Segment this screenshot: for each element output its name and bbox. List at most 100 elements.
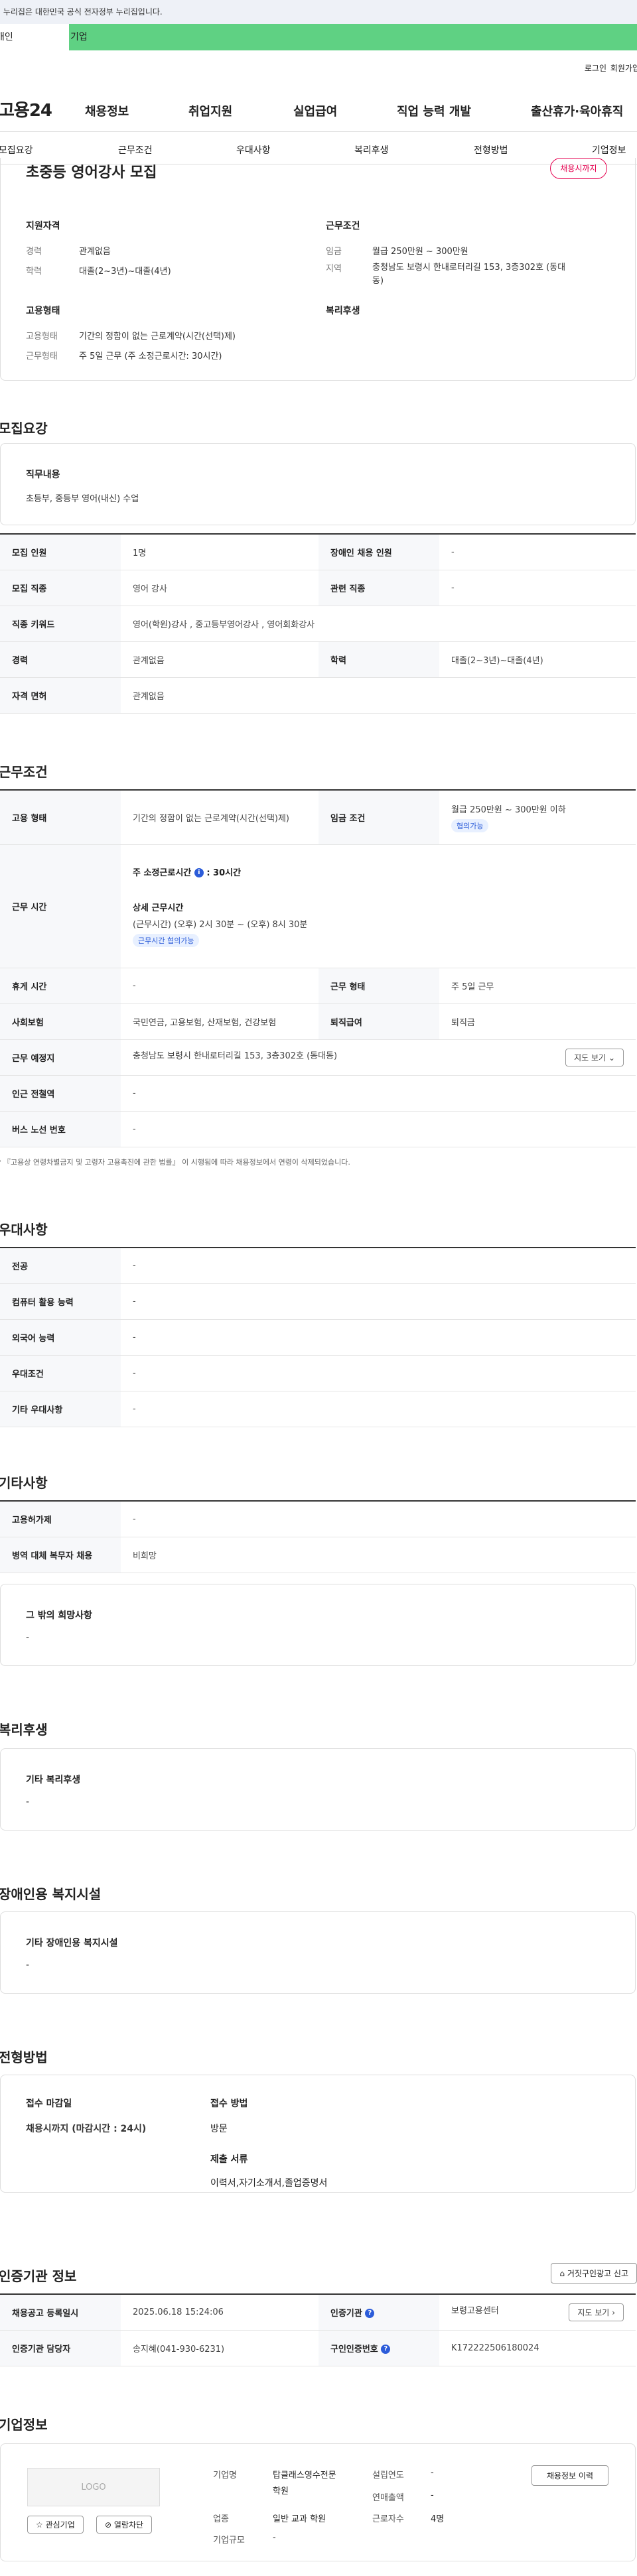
table-header-cell: 직종 키워드 (0, 606, 121, 642)
qualification-heading: 지원자격 (26, 221, 60, 231)
work-type-row: 근무형태 주 5일 근무 (주 소정근로시간: 30시간) (26, 352, 222, 361)
login-link[interactable]: 로그인 (585, 62, 606, 74)
favorite-company-button[interactable]: ☆ 관심기업 (27, 2516, 84, 2534)
wage-row: 임금 월급 250만원 ~ 300만원 (326, 247, 468, 257)
founded-label: 설립연도 (372, 2471, 404, 2480)
deadline-value: 채용시까지 (마감시간 : 24시) (26, 2124, 147, 2134)
deadline-badge: 채용시까지 (550, 158, 607, 179)
table-cell: 대졸(2~3년)~대졸(4년) (439, 641, 636, 678)
gnb-item-parental-leave[interactable]: 출산휴가·육아휴직 (531, 102, 623, 119)
anchor-welfare[interactable]: 복리후생 (354, 143, 389, 157)
table-row: 근무 예정지 충청남도 보령시 한내로터리길 153, 3층302호 (동대동)… (0, 1039, 636, 1076)
join-link[interactable]: 회원가입 (610, 62, 637, 74)
conditions-table: 고용 형태 기간의 정함이 없는 근로계약(시간(선택)제) 임금 조건 월급 … (0, 789, 636, 1147)
welfare-box: 기타 복리후생 - (0, 1748, 636, 1831)
table-header-cell: 우대조건 (0, 1355, 121, 1391)
table-row: 우대조건 - (0, 1355, 636, 1391)
documents-value: 이력서,자기소개서,졸업증명서 (210, 2178, 328, 2189)
table-cell: K172222506180024 (439, 2330, 636, 2366)
table-header-cell: 인증기관 ? (318, 2294, 439, 2331)
gnb-item-vocational-training[interactable]: 직업 능력 개발 (397, 102, 471, 119)
table-cell: 주 소정근로시간 i : 30시간 상세 근무시간 (근무시간) (오후) 2시… (121, 844, 636, 968)
company-size-value: - (273, 2533, 276, 2543)
table-row: 버스 노선 번호 - (0, 1111, 636, 1147)
job-description-heading: 직무내용 (26, 470, 60, 480)
table-row: 외국어 능력 - (0, 1319, 636, 1356)
cert-map-button[interactable]: 지도 보기 › (569, 2303, 624, 2321)
company-logo-placeholder: LOGO (27, 2468, 160, 2506)
table-header-cell: 인근 전철역 (0, 1075, 121, 1112)
table-header-cell: 컴퓨터 활용 능력 (0, 1283, 121, 1320)
table-cell: 기간의 정함이 없는 근로계약(시간(선택)제) (121, 790, 318, 845)
table-cell: - (121, 1391, 636, 1427)
table-cell: - (121, 1319, 636, 1356)
table-row: 휴게 시간 - 근무 형태 주 5일 근무 (0, 968, 636, 1004)
cert-table: 채용공고 등록일시 2025.06.18 15:24:06 인증기관 ? 보령고… (0, 2293, 636, 2366)
site-logo[interactable]: 고용24 (0, 97, 52, 121)
table-cell: 2025.06.18 15:24:06 (121, 2294, 318, 2331)
other-wishes-heading: 그 밖의 희망사항 (26, 1610, 92, 1621)
table-header-cell: 장애인 채용 인원 (318, 534, 439, 570)
table-cell: 퇴직금 (439, 1003, 636, 1040)
table-cell: 1명 (121, 534, 318, 570)
anchor-selection[interactable]: 전형방법 (474, 143, 508, 157)
anchor-preference[interactable]: 우대사항 (236, 143, 271, 157)
table-header-cell: 외국어 능력 (0, 1319, 121, 1356)
table-cell: 송지혜(041-930-6231) (121, 2330, 318, 2366)
recruit-table: 모집 인원 1명 장애인 채용 인원 - 모집 직종 영어 강사 관련 직종 -… (0, 533, 636, 714)
table-row: 모집 직종 영어 강사 관련 직종 - (0, 570, 636, 606)
employment-type-heading: 고용형태 (26, 306, 60, 316)
disabled-facility-heading: 기타 장애인용 복지시설 (26, 1938, 118, 1949)
founded-value: - (431, 2468, 434, 2478)
table-row: 채용공고 등록일시 2025.06.18 15:24:06 인증기관 ? 보령고… (0, 2294, 636, 2331)
table-header-cell: 병역 대체 복무자 채용 (0, 1537, 121, 1573)
recruit-history-button[interactable]: 채용정보 이력 (531, 2465, 608, 2486)
company-section-title: 기업정보 (0, 2417, 48, 2433)
other-wishes-value: - (26, 1632, 30, 1643)
table-cell: 주 5일 근무 (439, 968, 636, 1004)
gnb-item-jobs[interactable]: 채용정보 (85, 102, 129, 119)
industry-label: 업종 (213, 2514, 229, 2524)
tab-individual[interactable]: 개인 (0, 24, 69, 50)
block-view-button[interactable]: ⊘ 열람차단 (96, 2516, 153, 2534)
gnb-item-unemployment-benefit[interactable]: 실업급여 (293, 102, 337, 119)
table-row: 모집 인원 1명 장애인 채용 인원 - (0, 534, 636, 570)
util-bar: 로그인 회원가입 (0, 50, 637, 82)
preference-table: 전공 - 컴퓨터 활용 능력 - 외국어 능력 - 우대조건 - 기타 우대사항 - (0, 1247, 636, 1427)
table-row: 자격 면허 관계없음 (0, 677, 636, 714)
table-cell: 충청남도 보령시 한내로터리길 153, 3층302호 (동대동) 지도 보기 … (121, 1039, 636, 1076)
chevron-down-icon: ⌄ (608, 1053, 615, 1063)
hours-negotiable-badge: 근무시간 협의가능 (133, 933, 200, 947)
info-icon[interactable]: i (194, 868, 204, 877)
chevron-right-icon: › (612, 2307, 615, 2317)
gnb-item-employment-support[interactable]: 취업지원 (188, 102, 232, 119)
company-info-box: LOGO ☆ 관심기업 ⊘ 열람차단 기업명 탑클래스영수전문 학원 업종 일반 … (0, 2443, 636, 2561)
age-law-note: * 『고용상 연령차별금지 및 고령자 고용촉진에 관한 법률』 이 시행됨에 … (0, 1158, 350, 1167)
table-row: 병역 대체 복무자 채용 비희망 (0, 1537, 636, 1573)
info-icon[interactable]: ? (365, 2309, 375, 2319)
conditions-section-title: 근무조건 (0, 764, 48, 780)
welfare-box-heading: 기타 복리후생 (26, 1775, 81, 1785)
negotiable-badge: 협의가능 (451, 818, 489, 832)
job-description-value: 초등부, 중등부 영어(내신) 수업 (26, 494, 139, 504)
table-row: 근무 시간 주 소정근로시간 i : 30시간 상세 근무시간 (근무시간) (… (0, 844, 636, 968)
sales-value: - (431, 2490, 434, 2500)
info-icon[interactable]: ? (381, 2345, 391, 2354)
table-header-cell: 임금 조건 (318, 790, 439, 845)
false-ad-report-button[interactable]: ⌂ 거짓구인광고 신고 (551, 2263, 637, 2284)
job-title: 초중등 영어강사 모집 (26, 164, 157, 181)
anchor-conditions[interactable]: 근무조건 (118, 143, 153, 157)
table-cell: 관계없음 (121, 641, 318, 678)
table-cell: 관계없음 (121, 677, 636, 714)
anchor-recruit[interactable]: 모집요강 (0, 143, 33, 157)
tab-business[interactable]: 기업 (69, 24, 637, 50)
employee-count-label: 근로자수 (372, 2514, 404, 2524)
map-view-button[interactable]: 지도 보기 ⌄ (565, 1048, 624, 1066)
anchor-company[interactable]: 기업정보 (592, 143, 626, 157)
deadline-heading: 접수 마감일 (26, 2098, 72, 2109)
table-cell: - (121, 1283, 636, 1320)
industry-value: 일반 교과 학원 (273, 2514, 326, 2524)
table-cell: 영어(학원)강사 , 중고등부영어강사 , 영어회화강사 (121, 606, 636, 642)
table-cell: - (121, 1075, 636, 1112)
table-cell: - (121, 1248, 636, 1284)
